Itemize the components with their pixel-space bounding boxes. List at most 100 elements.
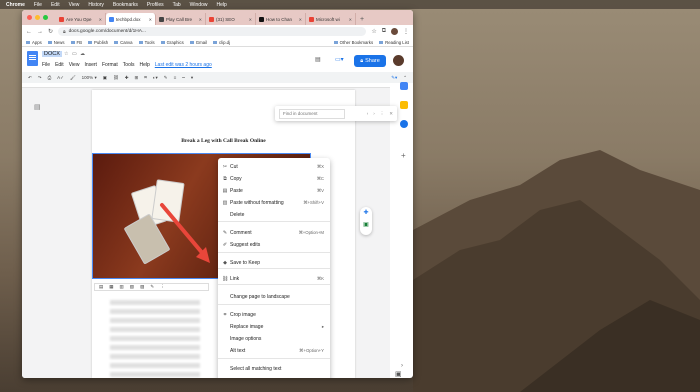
menubar-item[interactable]: Edit (51, 2, 60, 8)
document-title[interactable]: DOCX (42, 51, 62, 57)
context-menu-item[interactable]: ✎ Comment ⌘+Option+M (218, 228, 330, 238)
other-bookmarks[interactable]: Other Bookmarks (334, 40, 373, 45)
close-tab-icon[interactable]: ✕ (249, 17, 252, 22)
browser-tab-active[interactable]: techbpd.dox ✕ (106, 13, 156, 25)
tasks-panel-icon[interactable] (400, 120, 408, 128)
minimize-window-button[interactable] (35, 15, 40, 20)
context-menu-item[interactable]: Change page to landscape (218, 292, 330, 302)
meet-icon[interactable]: ▭▾ (335, 56, 344, 63)
border-color-icon[interactable]: ✎ (164, 75, 168, 81)
context-menu-item[interactable]: Delete (218, 210, 330, 220)
menubar-item[interactable]: Tab (173, 2, 181, 8)
menu-format[interactable]: Format (102, 62, 118, 68)
link-icon[interactable]: ⛓ (113, 75, 119, 81)
bookmark-item[interactable]: Gmail (190, 40, 207, 45)
forward-icon[interactable]: → (37, 29, 43, 35)
reload-icon[interactable]: ↻ (48, 28, 53, 35)
context-menu-item[interactable]: ⌗ Crop image (218, 310, 330, 320)
mask-image-icon[interactable]: ◐▾ (153, 75, 158, 81)
star-icon[interactable]: ☆ (371, 28, 376, 35)
front-text-icon[interactable]: ▨ (140, 284, 144, 290)
behind-text-icon[interactable]: ▧ (130, 284, 134, 290)
bookmark-item[interactable]: News (48, 40, 65, 45)
close-tab-icon[interactable]: ✕ (299, 17, 302, 22)
bookmark-item[interactable]: clip.dj (213, 40, 230, 45)
find-close-icon[interactable]: ✕ (389, 111, 393, 117)
star-doc-icon[interactable]: ☆ (64, 51, 68, 57)
context-menu-item[interactable]: ◆ Save to Keep (218, 258, 330, 268)
editing-mode-icon[interactable]: ✎▾ (391, 75, 397, 81)
menu-insert[interactable]: Insert (84, 62, 97, 68)
context-menu-item[interactable]: ⛓ Link ⌘K (218, 274, 330, 284)
browser-tab[interactable]: How to Chan ✕ (256, 13, 306, 25)
browser-tab[interactable]: (31) SEO ✕ (206, 13, 256, 25)
back-icon[interactable]: ← (26, 29, 32, 35)
bookmark-item[interactable]: Publish (88, 40, 108, 45)
calendar-panel-icon[interactable] (400, 82, 408, 90)
last-edit-link[interactable]: Last edit was 2 hours ago (155, 62, 212, 68)
context-menu-item[interactable]: Update 'Normal text' to match (218, 376, 330, 378)
close-tab-icon[interactable]: ✕ (99, 17, 102, 22)
redo-icon[interactable]: ↷ (38, 75, 42, 81)
keep-panel-icon[interactable] (400, 101, 408, 109)
profile-avatar[interactable] (391, 28, 398, 35)
menubar-item[interactable]: File (34, 2, 42, 8)
wrap-text-icon[interactable]: ▦ (109, 284, 113, 290)
find-options-icon[interactable]: ⋮ (380, 111, 385, 117)
zoom-window-button[interactable] (43, 15, 48, 20)
menubar-item[interactable]: View (69, 2, 80, 8)
context-menu-item[interactable]: Image options (218, 334, 330, 344)
close-tab-icon[interactable]: ✕ (199, 17, 202, 22)
menubar-item[interactable]: Profiles (147, 2, 164, 8)
comment-icon[interactable]: ✚ (125, 75, 129, 81)
bookmark-item[interactable]: Tools (139, 40, 155, 45)
menu-tools[interactable]: Tools (123, 62, 135, 68)
image-options-dropdown[interactable]: ▾ (191, 75, 193, 81)
zoom-select[interactable]: 100% ▾ (82, 75, 97, 81)
browser-tab[interactable]: Are You Ope ✕ (56, 13, 106, 25)
wrap-inline-icon[interactable]: ▤ (99, 284, 103, 290)
google-docs-logo-icon[interactable] (27, 51, 38, 66)
border-dash-icon[interactable]: ┅ (182, 75, 185, 81)
bookmark-item[interactable]: Apps (26, 40, 42, 45)
context-menu-item[interactable]: ⧉ Copy ⌘C (218, 174, 330, 184)
find-next-icon[interactable]: › (373, 111, 375, 116)
suggest-image-icon[interactable]: ▣ (363, 222, 369, 228)
menubar-item[interactable]: History (88, 2, 104, 8)
new-tab-icon[interactable]: + (360, 16, 364, 23)
bookmark-item[interactable]: FB (71, 40, 83, 45)
comments-icon[interactable]: ▤ (315, 56, 321, 63)
edit-image-icon[interactable]: ✎ (150, 284, 154, 290)
reading-list[interactable]: Reading List (379, 40, 409, 45)
print-icon[interactable]: ⎙ (48, 75, 52, 80)
bookmark-item[interactable]: Canva (114, 40, 132, 45)
menu-file[interactable]: File (42, 62, 50, 68)
menubar-item[interactable]: Bookmarks (113, 2, 138, 8)
insert-image-icon[interactable]: ▣ (103, 75, 107, 81)
bookmark-item[interactable]: Graphics (161, 40, 184, 45)
move-doc-icon[interactable]: ▭ (72, 51, 77, 57)
find-prev-icon[interactable]: ‹ (367, 111, 369, 116)
collapse-toolbar-icon[interactable]: ⌃ (403, 75, 407, 81)
close-tab-icon[interactable]: ✕ (149, 17, 152, 22)
explore-icon[interactable]: ▣ (395, 370, 402, 378)
collapse-panel-icon[interactable]: › (401, 363, 403, 369)
image-options-icon[interactable]: ⊞ (134, 75, 138, 81)
account-avatar[interactable] (393, 55, 404, 66)
more-menu-icon[interactable]: ⋮ (403, 28, 409, 35)
address-bar[interactable]: 🔒︎ docs.google.com/document/d/1HA... (58, 27, 367, 36)
outline-icon[interactable]: ▤ (34, 103, 41, 111)
context-menu-item[interactable]: Alt text ⌘+Option+Y (218, 346, 330, 356)
close-window-button[interactable] (27, 15, 32, 20)
context-menu-item[interactable]: Replace image ▸ (218, 322, 330, 332)
menubar-item[interactable]: Window (190, 2, 208, 8)
browser-tab[interactable]: Microsoft wi ✕ (306, 13, 356, 25)
spellcheck-icon[interactable]: A✓ (57, 75, 64, 81)
add-comment-floating-button[interactable]: ✚ ▣ (360, 207, 372, 235)
context-menu-item[interactable]: ▥ Paste without formatting ⌘+Shift+V (218, 198, 330, 208)
add-comment-icon[interactable]: ✚ (363, 210, 368, 216)
context-menu-item[interactable]: ✐ Suggest edits (218, 240, 330, 250)
menubar-item[interactable]: Chrome (6, 2, 25, 8)
more-image-icon[interactable]: ⋮ (160, 284, 165, 290)
share-button[interactable]: 🔒︎ Share (354, 55, 386, 67)
